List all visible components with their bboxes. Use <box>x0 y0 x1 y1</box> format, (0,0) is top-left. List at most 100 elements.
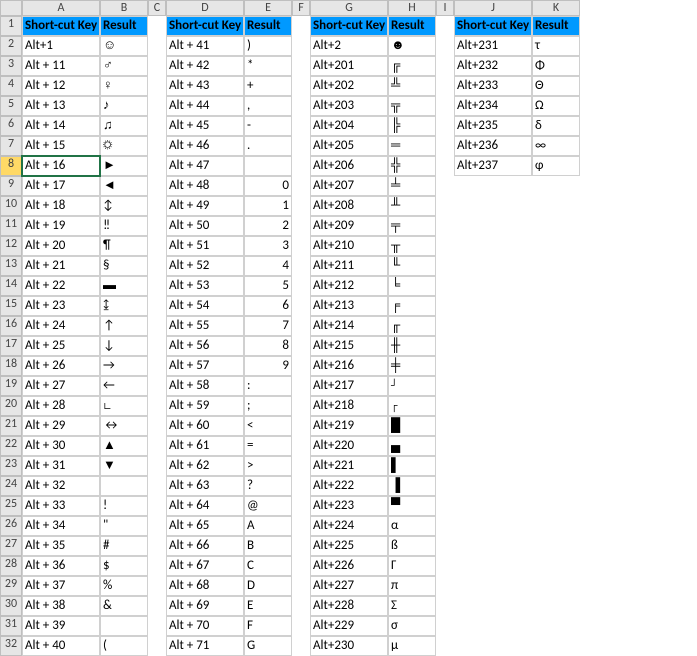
cell[interactable] <box>532 176 580 196</box>
cell[interactable] <box>148 256 166 276</box>
cell[interactable] <box>292 476 310 496</box>
result-cell[interactable]: ▀ <box>388 496 436 516</box>
result-cell[interactable]: █ <box>388 416 436 436</box>
cell[interactable] <box>148 476 166 496</box>
shortcut-key-cell[interactable]: Alt + 55 <box>166 316 244 336</box>
shortcut-key-cell[interactable]: Alt+218 <box>310 396 388 416</box>
cell[interactable] <box>436 436 454 456</box>
shortcut-key-cell[interactable]: Alt + 25 <box>22 336 100 356</box>
table-header-shortcut[interactable]: Short-cut Key <box>22 16 100 36</box>
shortcut-key-cell[interactable]: Alt+227 <box>310 576 388 596</box>
shortcut-key-cell[interactable]: Alt + 24 <box>22 316 100 336</box>
column-header[interactable]: A <box>22 0 100 16</box>
cell[interactable] <box>436 316 454 336</box>
shortcut-key-cell[interactable]: Alt + 67 <box>166 556 244 576</box>
result-cell[interactable]: ▄ <box>388 436 436 456</box>
shortcut-key-cell[interactable]: Alt + 59 <box>166 396 244 416</box>
cell[interactable] <box>148 76 166 96</box>
cell[interactable] <box>454 436 532 456</box>
cell[interactable] <box>148 396 166 416</box>
shortcut-key-cell[interactable]: Alt+216 <box>310 356 388 376</box>
shortcut-key-cell[interactable]: Alt+234 <box>454 96 532 116</box>
table-header-result[interactable]: Result <box>100 16 148 36</box>
shortcut-key-cell[interactable]: Alt + 34 <box>22 516 100 536</box>
shortcut-key-cell[interactable]: Alt+228 <box>310 596 388 616</box>
cell[interactable] <box>454 316 532 336</box>
result-cell[interactable]: & <box>100 596 148 616</box>
cell[interactable] <box>454 236 532 256</box>
shortcut-key-cell[interactable]: Alt + 36 <box>22 556 100 576</box>
result-cell[interactable]: " <box>100 516 148 536</box>
row-header[interactable]: 14 <box>0 276 22 296</box>
result-cell[interactable]: ╫ <box>388 336 436 356</box>
shortcut-key-cell[interactable]: Alt + 57 <box>166 356 244 376</box>
shortcut-key-cell[interactable]: Alt + 20 <box>22 236 100 256</box>
row-header[interactable]: 24 <box>0 476 22 496</box>
cell[interactable] <box>436 476 454 496</box>
row-header[interactable]: 29 <box>0 576 22 596</box>
cell[interactable] <box>436 56 454 76</box>
cell[interactable] <box>148 336 166 356</box>
shortcut-key-cell[interactable]: Alt + 69 <box>166 596 244 616</box>
cell[interactable] <box>454 336 532 356</box>
cell[interactable] <box>148 116 166 136</box>
shortcut-key-cell[interactable]: Alt+215 <box>310 336 388 356</box>
cell[interactable] <box>436 596 454 616</box>
cell[interactable] <box>292 596 310 616</box>
shortcut-key-cell[interactable]: Alt + 32 <box>22 476 100 496</box>
result-cell[interactable]: ╬ <box>388 156 436 176</box>
result-cell[interactable]: ◄ <box>100 176 148 196</box>
row-header[interactable]: 26 <box>0 516 22 536</box>
column-header[interactable]: K <box>532 0 580 16</box>
column-header[interactable]: C <box>148 0 166 16</box>
cell[interactable] <box>454 356 532 376</box>
result-cell[interactable]: D <box>244 576 292 596</box>
cell[interactable] <box>436 536 454 556</box>
shortcut-key-cell[interactable]: Alt+201 <box>310 56 388 76</box>
cell[interactable] <box>454 256 532 276</box>
cell[interactable] <box>532 336 580 356</box>
row-header[interactable]: 3 <box>0 56 22 76</box>
row-header[interactable]: 16 <box>0 316 22 336</box>
result-cell[interactable]: ♪ <box>100 96 148 116</box>
result-cell[interactable]: ▼ <box>100 456 148 476</box>
cell[interactable] <box>148 636 166 656</box>
cell[interactable] <box>436 116 454 136</box>
result-cell[interactable]: ↕ <box>100 196 148 216</box>
result-cell[interactable]: ╧ <box>388 176 436 196</box>
row-header[interactable]: 10 <box>0 196 22 216</box>
cell[interactable] <box>148 176 166 196</box>
cell[interactable] <box>292 436 310 456</box>
result-cell[interactable]: B <box>244 536 292 556</box>
cell[interactable] <box>436 156 454 176</box>
shortcut-key-cell[interactable]: Alt + 43 <box>166 76 244 96</box>
cell[interactable] <box>454 496 532 516</box>
row-header[interactable]: 20 <box>0 396 22 416</box>
cell[interactable] <box>454 216 532 236</box>
cell[interactable] <box>292 136 310 156</box>
cell[interactable] <box>292 76 310 96</box>
cell[interactable] <box>454 476 532 496</box>
row-header[interactable]: 31 <box>0 616 22 636</box>
shortcut-key-cell[interactable]: Alt + 15 <box>22 136 100 156</box>
result-cell[interactable]: 8 <box>244 336 292 356</box>
shortcut-key-cell[interactable]: Alt + 22 <box>22 276 100 296</box>
table-header-result[interactable]: Result <box>532 16 580 36</box>
cell[interactable] <box>148 416 166 436</box>
row-header[interactable]: 11 <box>0 216 22 236</box>
cell[interactable] <box>148 616 166 636</box>
cell[interactable] <box>454 176 532 196</box>
result-cell[interactable]: ♂ <box>100 56 148 76</box>
cell[interactable] <box>532 296 580 316</box>
shortcut-key-cell[interactable]: Alt + 30 <box>22 436 100 456</box>
result-cell[interactable]: < <box>244 416 292 436</box>
result-cell[interactable]: ß <box>388 536 436 556</box>
shortcut-key-cell[interactable]: Alt + 65 <box>166 516 244 536</box>
result-cell[interactable]: # <box>100 536 148 556</box>
result-cell[interactable]: 6 <box>244 296 292 316</box>
shortcut-key-cell[interactable]: Alt + 17 <box>22 176 100 196</box>
row-header[interactable]: 7 <box>0 136 22 156</box>
result-cell[interactable]: , <box>244 96 292 116</box>
cell[interactable] <box>532 556 580 576</box>
shortcut-key-cell[interactable]: Alt+233 <box>454 76 532 96</box>
